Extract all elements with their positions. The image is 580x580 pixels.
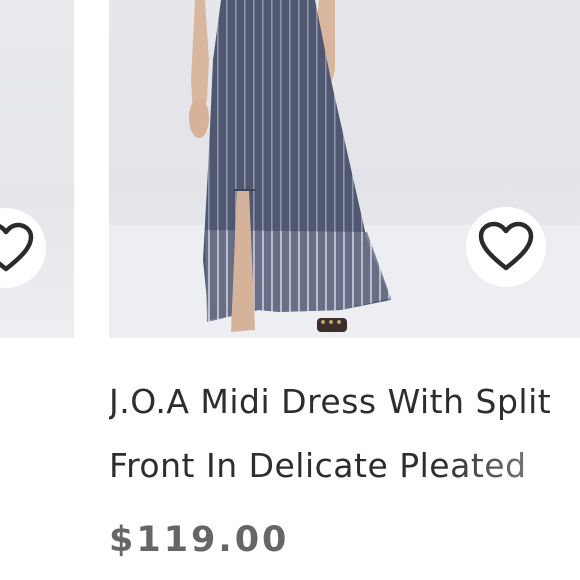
favorite-button[interactable] [466,207,546,287]
heart-outline-icon [0,222,34,272]
heart-outline-icon [478,221,534,271]
product-price: $119.00 [109,520,290,560]
product-image[interactable] [109,0,580,338]
product-photo [109,0,580,338]
product-title[interactable]: J.O.A Midi Dress With Split Front In Del… [109,370,580,498]
product-grid: J.O.A Midi Dress With Split Front In Del… [0,0,580,580]
